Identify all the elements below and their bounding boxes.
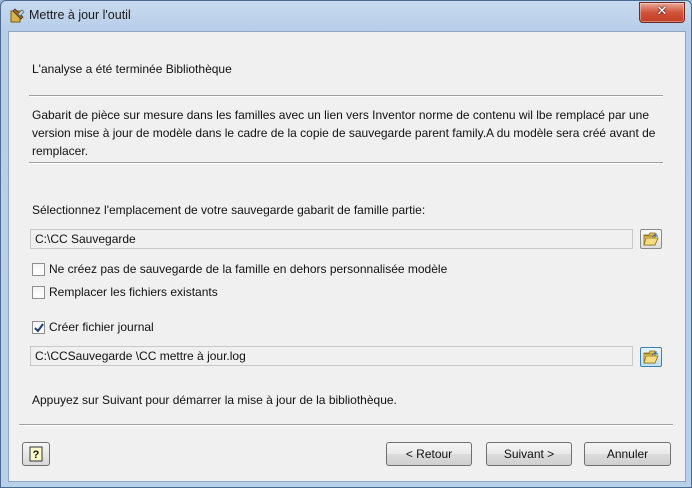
folder-open-icon xyxy=(643,350,659,364)
replace-files-checkbox[interactable] xyxy=(32,286,45,299)
description-text: Gabarit de pièce sur mesure dans les fam… xyxy=(32,108,656,158)
backup-browse-button[interactable] xyxy=(640,229,662,249)
log-browse-button[interactable] xyxy=(640,347,662,367)
backup-location-label: Sélectionnez l'emplacement de votre sauv… xyxy=(32,203,426,217)
log-path-field[interactable]: C:\CCSauvegarde \CC mettre à jour.log xyxy=(30,346,633,366)
cancel-button[interactable]: Annuler xyxy=(584,442,671,466)
help-button[interactable]: ? xyxy=(22,442,50,466)
close-icon: ✕ xyxy=(656,4,668,19)
checkmark-icon xyxy=(34,323,44,333)
back-button[interactable]: < Retour xyxy=(386,442,472,466)
status-text: L'analyse a été terminée Bibliothèque xyxy=(32,62,232,76)
separator xyxy=(29,95,663,97)
separator xyxy=(19,424,673,426)
window-title: Mettre à jour l'outil xyxy=(29,8,131,22)
create-log-checkbox[interactable] xyxy=(32,321,45,334)
folder-open-icon xyxy=(643,232,659,246)
title-bar[interactable]: Mettre à jour l'outil ✕ xyxy=(1,1,691,31)
replace-files-label: Remplacer les fichiers existants xyxy=(49,285,218,299)
no-backup-label: Ne créez pas de sauvegarde de la famille… xyxy=(49,262,448,276)
dialog-window: Mettre à jour l'outil ✕ L'analyse a été … xyxy=(0,0,692,488)
app-icon xyxy=(10,8,25,23)
no-backup-checkbox[interactable] xyxy=(32,263,45,276)
close-button[interactable]: ✕ xyxy=(639,2,685,23)
svg-text:?: ? xyxy=(33,449,40,461)
separator xyxy=(29,162,663,164)
create-log-label: Créer fichier journal xyxy=(49,320,154,334)
instruction-text: Appuyez sur Suivant pour démarrer la mis… xyxy=(32,393,397,407)
help-icon: ? xyxy=(29,446,43,462)
dialog-content: L'analyse a été terminée Bibliothèque Ga… xyxy=(8,31,686,482)
next-button[interactable]: Suivant > xyxy=(486,442,572,466)
backup-path-field[interactable]: C:\CC Sauvegarde xyxy=(30,229,633,249)
